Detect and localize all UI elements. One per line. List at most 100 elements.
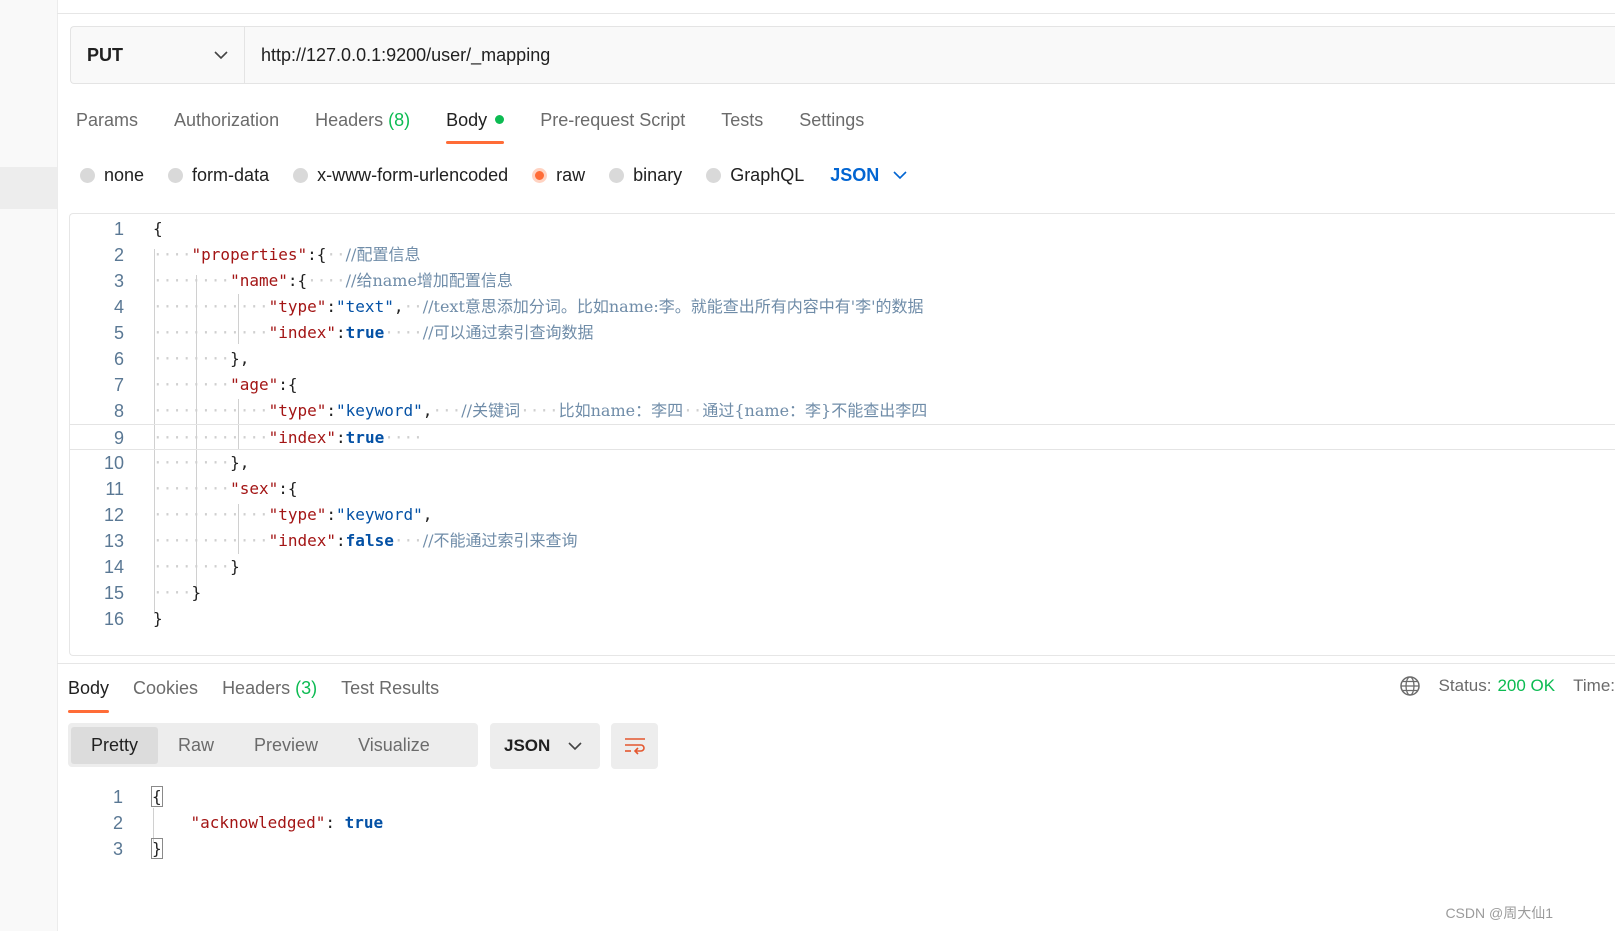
brace: }, [230, 349, 250, 368]
line-number: 3 [112, 839, 123, 859]
tab-headers[interactable]: Headers (8) [315, 104, 410, 144]
radio-label: none [104, 164, 145, 185]
view-preview-button[interactable]: Preview [234, 727, 338, 764]
line-number: 16 [103, 609, 124, 629]
globe-icon[interactable] [1399, 675, 1421, 697]
brace: } [153, 609, 163, 628]
punctuation: :{ [287, 271, 308, 290]
response-status: Status: 200 OK Time: [1399, 675, 1615, 697]
radio-circle-icon [168, 167, 184, 183]
format-label: JSON [504, 736, 551, 755]
radio-graphql[interactable]: GraphQL [706, 165, 804, 186]
line-number: 2 [112, 813, 123, 833]
radio-label: GraphQL [730, 164, 805, 185]
radio-raw[interactable]: raw [532, 165, 585, 186]
line-number: 15 [103, 583, 124, 603]
code-line: 12 ············"type":"keyword", [70, 502, 1615, 528]
code-line: 3 } [69, 836, 869, 862]
code-text: ····"properties":{··//配置信息 [153, 245, 421, 264]
json-key: "index" [268, 531, 337, 550]
url-input[interactable]: http://127.0.0.1:9200/user/_mapping [245, 27, 1615, 83]
code-text: ············"type":"keyword", [153, 505, 433, 524]
punctuation: :{ [307, 245, 327, 264]
punctuation: :{ [278, 479, 298, 498]
code-text: ········} [153, 557, 240, 576]
code-line: 4 ············"type":"text",··//text意思添加… [70, 294, 1615, 320]
top-divider [57, 13, 1615, 14]
response-tab-cookies[interactable]: Cookies [133, 674, 198, 713]
code-text: ········}, [153, 453, 250, 472]
tab-tests[interactable]: Tests [721, 104, 763, 144]
radio-label: raw [556, 164, 586, 185]
radio-circle-icon [609, 167, 625, 183]
line-number: 1 [112, 787, 123, 807]
line-number: 12 [103, 505, 124, 525]
tab-authorization[interactable]: Authorization [174, 104, 279, 144]
json-key: "age" [230, 375, 279, 394]
code-text: } [153, 606, 163, 632]
code-comment: //text意思添加分词。比如name:李。就能查出所有内容中有'李'的数据 [422, 297, 924, 316]
chevron-down-icon [214, 50, 228, 59]
response-format-select[interactable]: JSON [490, 723, 600, 769]
json-key: "properties" [191, 245, 308, 264]
code-text: ········}, [153, 349, 250, 368]
code-text: ········"age":{ [153, 375, 298, 394]
tab-body[interactable]: Body [446, 104, 505, 144]
line-number: 10 [103, 453, 124, 473]
json-value: "text" [336, 297, 394, 316]
line-number: 13 [103, 531, 124, 551]
line-number: 3 [113, 271, 124, 291]
radio-binary[interactable]: binary [609, 165, 682, 186]
code-line: 14 ········} [70, 554, 1615, 580]
tab-pre-request-script[interactable]: Pre-request Script [540, 104, 685, 144]
brace: } [230, 557, 240, 576]
method-select[interactable]: PUT [71, 27, 245, 83]
tab-params[interactable]: Params [76, 104, 138, 144]
watermark: CSDN @周大仙1 [1445, 905, 1553, 921]
request-tabs: Params Authorization Headers (8) Body Pr… [76, 104, 900, 144]
line-number: 6 [113, 349, 124, 369]
json-key: "index" [268, 323, 337, 342]
status-label: Status: [1438, 676, 1492, 695]
code-line: 13 ············"index":false···//不能通过索引来… [70, 528, 1615, 554]
line-number: 4 [113, 297, 124, 317]
body-type-options: none form-data x-www-form-urlencoded raw… [80, 160, 907, 190]
json-key: "acknowledged" [190, 813, 326, 832]
view-raw-button[interactable]: Raw [158, 727, 234, 764]
language-label: JSON [830, 164, 880, 185]
tab-settings[interactable]: Settings [799, 104, 864, 144]
radio-x-www-form-urlencoded[interactable]: x-www-form-urlencoded [293, 165, 508, 186]
code-comment: //可以通过索引查询数据 [422, 323, 594, 342]
response-divider[interactable] [57, 663, 1615, 664]
code-comment: //不能通过索引来查询 [422, 531, 578, 550]
view-visualize-button[interactable]: Visualize [338, 727, 450, 764]
response-tab-body[interactable]: Body [68, 674, 110, 713]
code-comment: 通过{name：李}不能查出李四 [702, 401, 928, 420]
response-view-mode: Pretty Raw Preview Visualize [68, 723, 478, 767]
json-value: true [344, 813, 384, 832]
code-text: } [151, 836, 163, 862]
view-pretty-button[interactable]: Pretty [71, 726, 159, 764]
language-select[interactable]: JSON [830, 165, 907, 186]
line-number: 5 [113, 323, 124, 343]
code-line: 8 ············"type":"keyword",···//关键词·… [70, 398, 1615, 424]
response-body-viewer[interactable]: 1 { 2 "acknowledged": true 3 } [69, 784, 869, 864]
code-text: ········"sex":{ [153, 479, 298, 498]
radio-none[interactable]: none [80, 165, 144, 186]
chevron-down-icon [893, 170, 907, 179]
wrap-lines-button[interactable] [611, 723, 658, 769]
status-code[interactable]: 200 OK [1497, 676, 1555, 696]
brace: } [151, 838, 163, 859]
response-tab-headers[interactable]: Headers (3) [222, 674, 317, 713]
sidebar-selected-item[interactable] [0, 167, 57, 209]
json-value: "keyword" [336, 401, 423, 420]
response-tab-test-results[interactable]: Test Results [341, 674, 439, 713]
code-text: ············"type":"text",··//text意思添加分词… [153, 297, 924, 316]
radio-label: form-data [192, 164, 270, 185]
left-sidebar [0, 0, 58, 931]
radio-circle-icon [80, 167, 95, 183]
request-body-editor[interactable]: 1 { 2 ····"properties":{··//配置信息 3 ·····… [69, 213, 1615, 656]
tab-label: Body [68, 678, 110, 698]
code-line: 1 { [69, 784, 869, 810]
radio-form-data[interactable]: form-data [168, 165, 269, 186]
